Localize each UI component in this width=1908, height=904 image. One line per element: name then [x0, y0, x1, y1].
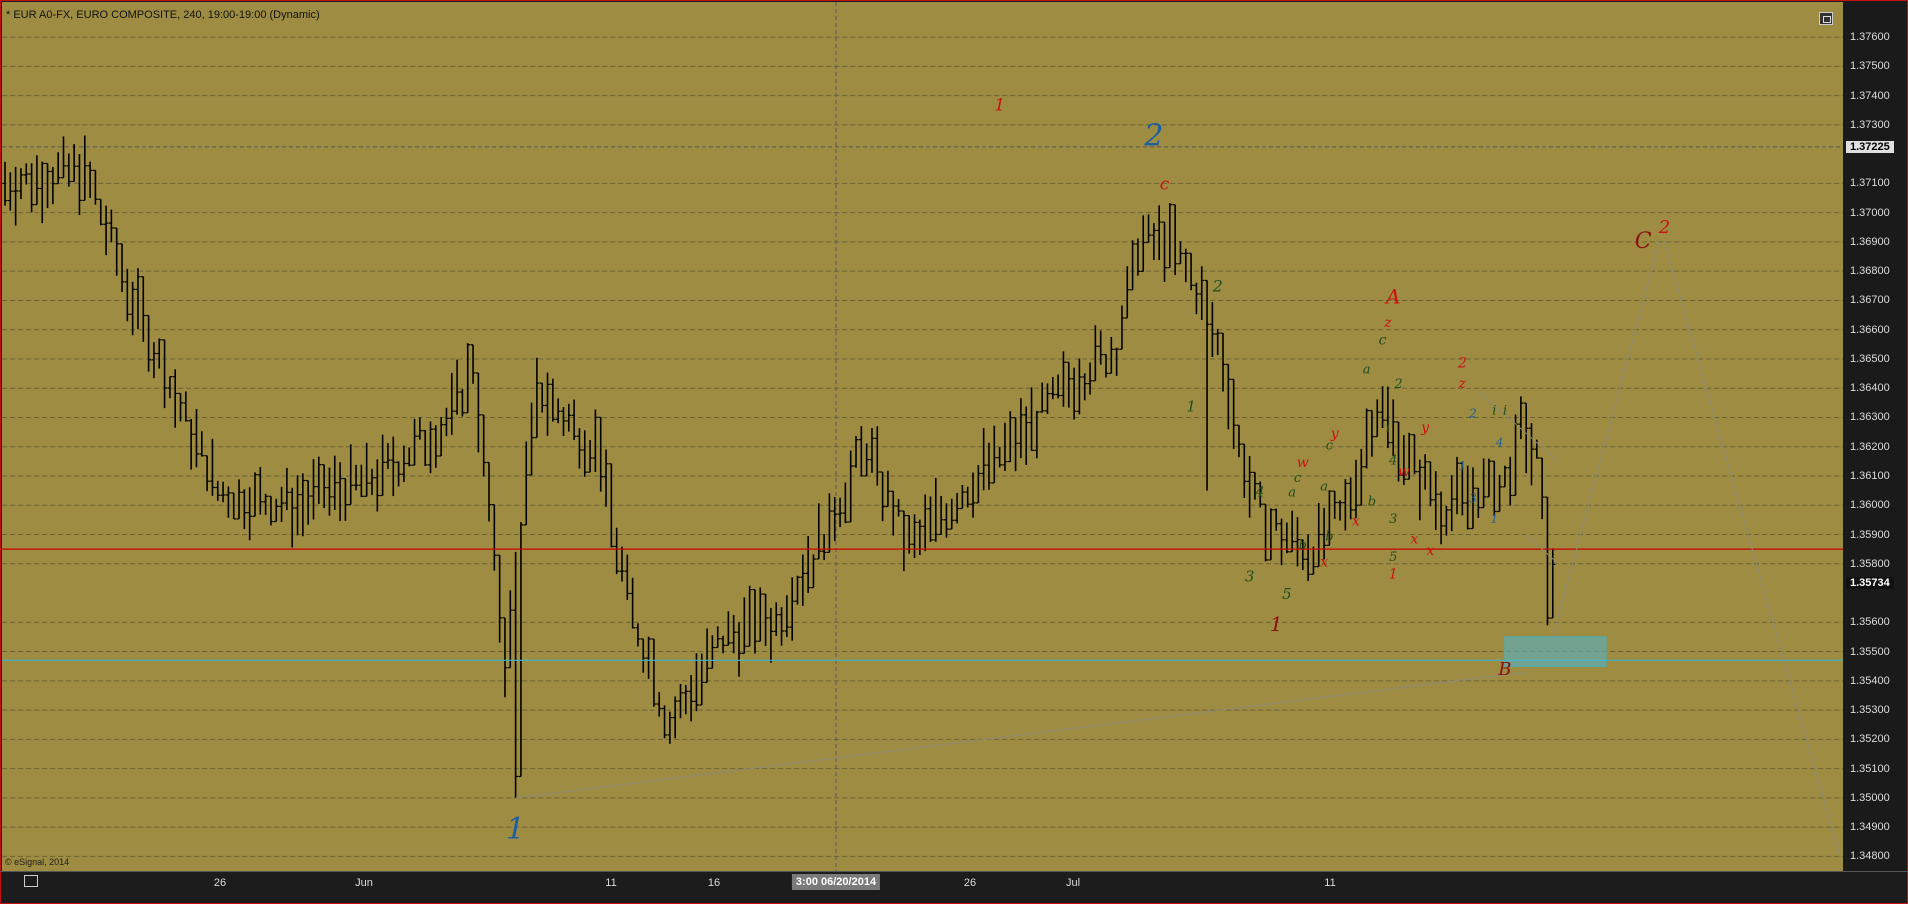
- wave-label: 1: [1389, 566, 1398, 582]
- wave-label: 1: [994, 95, 1005, 115]
- wave-label: 4: [1255, 484, 1265, 500]
- wave-label: x: [1411, 531, 1419, 547]
- wave-label: 5: [1282, 585, 1292, 603]
- price-tick: 1.34800: [1850, 850, 1890, 863]
- time-tick: 16: [707, 877, 721, 889]
- price-tick: 1.35100: [1850, 762, 1890, 775]
- price-tick: 1.37600: [1850, 31, 1890, 44]
- wave-label: 1: [1186, 398, 1196, 416]
- price-tick: 1.36900: [1850, 235, 1890, 248]
- price-tick: 1.36200: [1850, 440, 1890, 453]
- wave-label: 3: [1245, 567, 1255, 585]
- plot-area: [2, 2, 1843, 871]
- time-tick: 11: [1324, 877, 1336, 889]
- maximize-icon[interactable]: [1819, 12, 1833, 25]
- wave-label: z: [1458, 376, 1467, 392]
- time-tick: Jun: [355, 877, 373, 889]
- price-tick: 1.36700: [1850, 294, 1890, 307]
- time-tick: 11: [605, 877, 617, 889]
- wave-label: 2: [1658, 217, 1670, 238]
- wave-label: 4: [1495, 436, 1504, 450]
- wave-label: 3: [1389, 512, 1397, 527]
- time-tick: Jul: [1065, 877, 1081, 889]
- wave-label: a: [1320, 480, 1328, 495]
- cursor-time-label: 3:00 06/20/2014: [791, 874, 881, 890]
- price-tick: 1.35200: [1850, 733, 1890, 746]
- wave-label: y: [1420, 420, 1430, 436]
- wave-label: c: [1294, 471, 1302, 486]
- wave-label: c: [1379, 332, 1387, 348]
- wave-label: 1: [1270, 612, 1283, 636]
- wave-label: b: [1299, 538, 1307, 553]
- price-tick: 1.36500: [1850, 352, 1890, 365]
- target-zone: [1504, 636, 1607, 667]
- last-price-label: 1.35734: [1846, 577, 1894, 590]
- price-tick: 1.35800: [1850, 557, 1890, 570]
- price-tick: 1.37000: [1850, 206, 1890, 219]
- copyright-text: © eSignal, 2014: [5, 857, 70, 867]
- wave-label: A: [1384, 284, 1400, 308]
- wave-label: c: [1160, 174, 1170, 194]
- wave-label: 1: [1459, 459, 1467, 473]
- wave-label: w: [1297, 455, 1309, 471]
- wave-label: 2: [1393, 377, 1402, 392]
- chart-settings-icon[interactable]: [24, 875, 38, 887]
- price-chart[interactable]: 121c21Azca2yciwc4 a abxbbx3514w3xx51y2z2 i i…: [0, 0, 1908, 904]
- wave-label: z: [1383, 315, 1392, 331]
- time-tick: 26: [963, 877, 977, 889]
- wave-label: 4: [1388, 453, 1397, 468]
- wave-label: B: [1497, 659, 1511, 680]
- price-tick: 1.36400: [1850, 382, 1890, 395]
- wave-label: x: [1352, 514, 1360, 530]
- wave-label: a: [1288, 485, 1296, 500]
- wave-label: C: [1635, 229, 1652, 254]
- wave-label: x: [1320, 555, 1328, 571]
- price-tick: 1.35300: [1850, 704, 1890, 717]
- cursor-price-label: 1.37225: [1846, 140, 1894, 153]
- price-tick: 1.36000: [1850, 499, 1890, 512]
- wave-label: a: [1363, 363, 1371, 378]
- price-tick: 1.36800: [1850, 265, 1890, 278]
- price-tick: 1.35400: [1850, 674, 1890, 687]
- wave-label: x: [1426, 543, 1434, 559]
- price-tick: 1.37400: [1850, 89, 1890, 102]
- wave-label: i: [1386, 421, 1390, 436]
- price-tick: 1.35600: [1850, 616, 1890, 629]
- price-tick: 1.35500: [1850, 645, 1890, 658]
- wave-label: 1: [506, 812, 525, 847]
- chart-window: { "window": { "header": "* EUR A0-FX, EU…: [0, 0, 1908, 904]
- price-tick: 1.36100: [1850, 470, 1890, 482]
- price-tick: 1.36600: [1850, 323, 1890, 336]
- wave-label: i: [1492, 404, 1496, 419]
- price-tick: 1.36300: [1850, 411, 1890, 424]
- price-tick: 1.35900: [1850, 528, 1890, 541]
- wave-label: 3: [1469, 491, 1477, 505]
- wave-label: 2: [1212, 277, 1223, 296]
- price-tick: 1.37100: [1850, 177, 1890, 190]
- wave-label: 5: [1389, 550, 1397, 565]
- time-tick: 26: [213, 877, 227, 889]
- wave-label: 2: [1457, 356, 1467, 372]
- wave-label: b: [1368, 494, 1376, 509]
- wave-label: 2: [1143, 118, 1163, 153]
- wave-label: i: [1503, 404, 1507, 419]
- wave-label: 2: [1468, 406, 1477, 420]
- wave-label: w: [1398, 464, 1410, 480]
- wave-label: 1: [1490, 512, 1498, 526]
- wave-label: c: [1326, 439, 1334, 454]
- wave-label: b: [1325, 529, 1333, 544]
- price-tick: 1.34900: [1850, 821, 1890, 834]
- price-tick: 1.37300: [1850, 118, 1890, 131]
- price-tick: 1.37500: [1850, 60, 1890, 73]
- price-tick: 1.35000: [1850, 791, 1890, 804]
- chart-header: * EUR A0-FX, EURO COMPOSITE, 240, 19:00-…: [6, 9, 320, 21]
